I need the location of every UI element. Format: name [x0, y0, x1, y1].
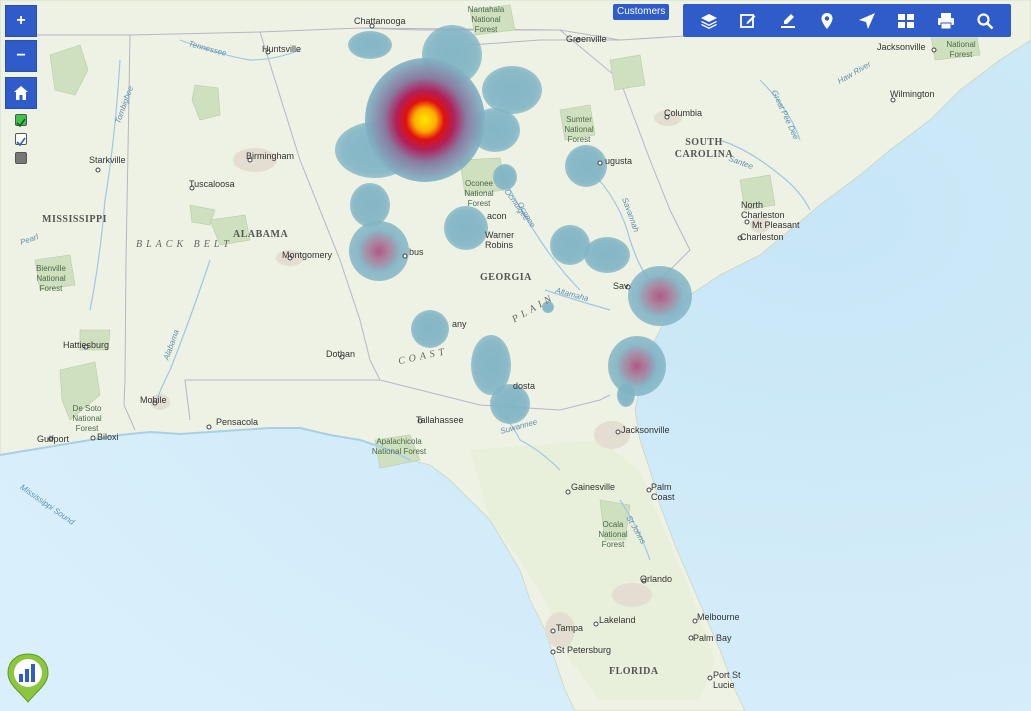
city-label-chattanooga: Chattanooga — [354, 16, 406, 26]
city-label-tuscaloosa: Tuscaloosa — [189, 179, 235, 189]
zoom-out-label: − — [16, 47, 26, 64]
city-label-montgomery: Montgomery — [282, 250, 333, 260]
city-label-greenville: Greenville — [566, 34, 607, 44]
draw-icon — [780, 13, 795, 28]
grid-button[interactable] — [891, 8, 921, 34]
state-label-south-carolina: SOUTH CAROLINA — [674, 137, 734, 160]
home-button[interactable] — [5, 77, 37, 109]
navigate-icon — [858, 12, 875, 29]
city-label-huntsville: Huntsville — [262, 44, 302, 54]
city-label-lakeland: Lakeland — [599, 615, 636, 625]
city-label-port-st-lucie: Port St Lucie — [713, 670, 741, 690]
forest-label-sumter: Sumter National Forest — [564, 115, 594, 144]
city-label-dothan: Dothan — [326, 349, 356, 359]
grid-icon — [898, 13, 915, 28]
city-label-palm-bay: Palm Bay — [693, 633, 732, 643]
city-label-birmingham: Birmingham — [246, 151, 295, 161]
layers-icon — [700, 13, 717, 29]
forest-label-bienville: Bienville National Forest — [36, 264, 66, 293]
city-label-jacksonville-fl: Jacksonville — [621, 425, 670, 435]
navigate-button[interactable] — [852, 8, 882, 34]
city-label-valdosta: dosta — [513, 381, 536, 391]
city-label-hattiesburg: Hattiesburg — [63, 340, 110, 350]
forest-label-oconee: Oconee National Forest — [464, 179, 494, 208]
city-label-gulfport: Gulfport — [37, 434, 70, 444]
zoom-in-button[interactable]: + — [5, 5, 37, 37]
city-label-columbia: Columbia — [664, 108, 703, 118]
print-button[interactable] — [931, 8, 961, 34]
city-label-melbourne: Melbourne — [697, 612, 740, 622]
city-label-mobile: Mobile — [140, 395, 167, 405]
green-check-icon[interactable] — [15, 114, 27, 128]
city-label-orlando: Orlando — [640, 574, 673, 584]
state-label-alabama: ALABAMA — [233, 229, 289, 240]
state-label-georgia: GEORGIA — [480, 272, 532, 283]
city-label-starkville: Starkville — [89, 155, 126, 165]
city-label-st-petersburg: St Petersburg — [556, 645, 612, 655]
region-label-black-belt: BLACK BELT — [136, 239, 233, 250]
layer-label-customers[interactable]: Customers — [613, 4, 670, 20]
city-label-charleston: Charleston — [740, 232, 784, 242]
state-label-florida: FLORIDA — [609, 666, 659, 677]
state-label-mississippi: MISSISSIPPI — [42, 214, 107, 225]
home-icon — [14, 86, 28, 100]
city-label-albany: any — [452, 319, 467, 329]
city-label-savannah: Sav — [613, 281, 629, 291]
zoom-out-button[interactable]: − — [5, 40, 37, 72]
city-label-jacksonville-nc: Jacksonville — [877, 42, 926, 52]
forest-label-desoto: De Soto National Forest — [72, 404, 102, 433]
layers-button[interactable] — [694, 8, 724, 34]
logo-icon — [7, 653, 49, 703]
city-label-macon: acon — [487, 211, 507, 221]
city-label-gainesville: Gainesville — [571, 482, 616, 492]
zoom-in-label: + — [16, 12, 26, 29]
forest-label-nantahala: Nantahala National Forest — [467, 5, 505, 34]
blue-check-icon[interactable] — [15, 133, 27, 147]
map-toolbar — [683, 4, 1011, 37]
search-button[interactable] — [970, 8, 1000, 34]
map-canvas[interactable]: MISSISSIPPI ALABAMA GEORGIA SOUTH CAROLI… — [0, 0, 1031, 711]
draw-button[interactable] — [773, 8, 803, 34]
pin-button[interactable] — [812, 8, 842, 34]
city-label-warner-robins: Warner Robins — [485, 230, 515, 250]
app-logo[interactable] — [6, 652, 50, 704]
edit-button[interactable] — [733, 8, 763, 34]
forest-label-apalachicola: Apalachicola National Forest — [371, 437, 427, 456]
city-label-columbus: bus — [409, 247, 424, 257]
city-label-tampa: Tampa — [556, 623, 584, 633]
city-label-palm-coast: Palm Coast — [651, 482, 675, 502]
city-label-mt-pleasant: Mt Pleasant — [752, 220, 800, 230]
city-label-pensacola: Pensacola — [216, 417, 259, 427]
edit-icon — [740, 13, 756, 28]
city-label-augusta: ugusta — [605, 156, 633, 166]
print-icon — [937, 12, 954, 29]
city-label-wilmington: Wilmington — [890, 89, 935, 99]
city-label-tallahassee: Tallahassee — [416, 415, 464, 425]
basemap — [0, 0, 1031, 711]
pin-icon — [821, 12, 833, 29]
search-icon — [977, 12, 994, 29]
gray-box-icon[interactable] — [15, 152, 27, 164]
city-label-north-charleston: North Charleston — [741, 200, 785, 220]
